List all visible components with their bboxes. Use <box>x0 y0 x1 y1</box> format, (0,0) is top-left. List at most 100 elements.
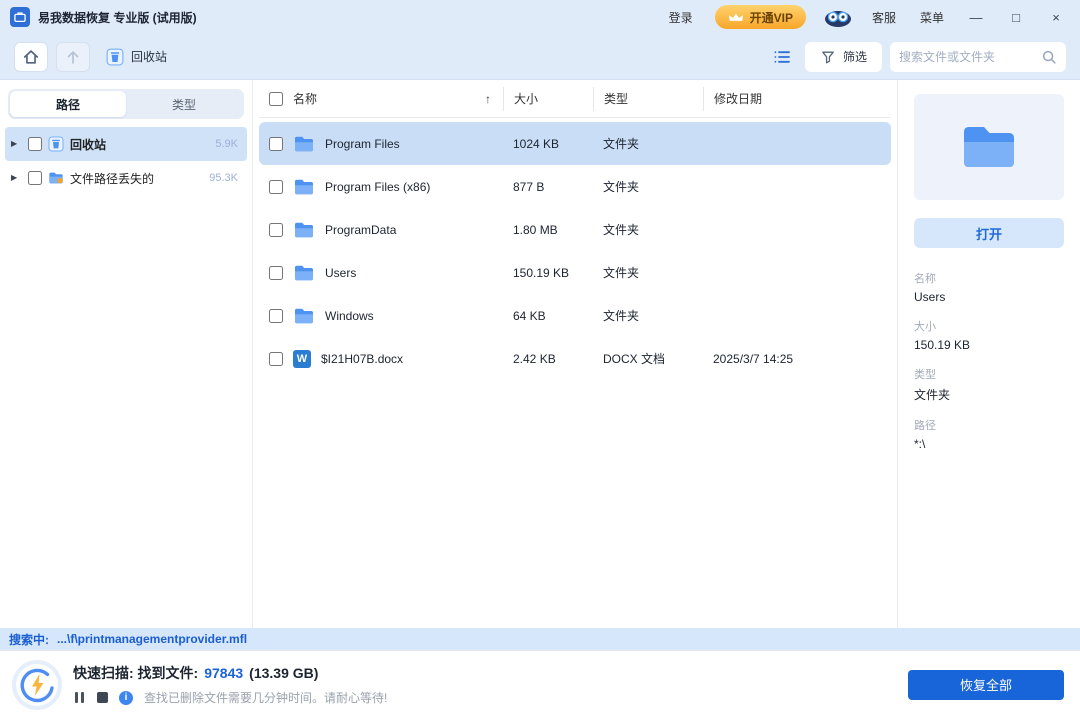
column-header-type[interactable]: 类型 <box>593 86 703 111</box>
name-cell: Users <box>259 264 503 282</box>
file-name: Program Files <box>325 136 400 151</box>
vip-upgrade-button[interactable]: 开通VIP <box>714 5 806 29</box>
found-count: 97843 <box>204 665 244 681</box>
search-status-bar: 搜索中: ...\f\printmanagementprovider.mfl <box>0 628 1080 650</box>
bottom-bar: 快速扫描: 找到文件: 97843 (13.39 GB) i 查找已删除文件需要… <box>0 650 1080 718</box>
sidebar-item-lost-path-files[interactable]: ▶ 文件路径丢失的 95.3K <box>5 161 247 195</box>
lost-path-checkbox[interactable] <box>28 171 42 185</box>
breadcrumb-label: 回收站 <box>131 50 168 64</box>
funnel-icon <box>820 49 836 65</box>
word-document-icon: W <box>293 349 311 368</box>
minimize-button[interactable]: — <box>960 4 992 30</box>
tab-path[interactable]: 路径 <box>10 91 126 117</box>
row-checkbox[interactable] <box>269 351 283 366</box>
size-cell: 2.42 KB <box>513 351 556 366</box>
home-button[interactable] <box>14 41 48 72</box>
detail-label: 名称 <box>914 273 936 285</box>
name-cell: ProgramData <box>259 221 503 239</box>
table-rows: Program Files 1024 KB 文件夹 Program Files … <box>253 118 897 628</box>
scan-info: 快速扫描: 找到文件: 97843 (13.39 GB) i 查找已删除文件需要… <box>73 663 387 706</box>
row-checkbox[interactable] <box>269 308 283 323</box>
table-row[interactable]: ProgramData 1.80 MB 文件夹 <box>259 208 891 251</box>
detail-value: Users <box>914 290 946 304</box>
sidebar-tabs: 路径 类型 <box>8 89 244 119</box>
app-logo-icon <box>10 7 30 27</box>
file-name: Users <box>325 265 357 280</box>
size-cell: 1024 KB <box>513 136 560 151</box>
recover-all-button[interactable]: 恢复全部 <box>908 669 1064 700</box>
filter-label: 筛选 <box>842 50 867 64</box>
size-cell: 150.19 KB <box>513 265 570 280</box>
breadcrumb: 回收站 <box>106 48 167 66</box>
table-row[interactable]: Windows 64 KB 文件夹 <box>259 294 891 337</box>
column-header-date[interactable]: 修改日期 <box>703 86 891 111</box>
recycle-bin-checkbox[interactable] <box>28 137 42 151</box>
row-checkbox[interactable] <box>269 222 283 237</box>
scan-summary: 快速扫描: 找到文件: 97843 (13.39 GB) <box>73 663 387 683</box>
name-cell: Program Files (x86) <box>259 178 503 196</box>
sidebar-item-recycle-bin[interactable]: ▶ 回收站 5.9K <box>5 127 247 161</box>
searching-label: 搜索中: <box>9 632 49 647</box>
detail-field-name: 名称 Users <box>914 270 1064 304</box>
row-checkbox[interactable] <box>269 179 283 194</box>
list-view-toggle-button[interactable] <box>767 42 797 72</box>
vip-mascot-icon[interactable] <box>820 5 856 29</box>
row-checkbox[interactable] <box>269 265 283 280</box>
vip-label: 开通VIP <box>749 10 793 25</box>
support-button[interactable]: 客服 <box>864 9 904 26</box>
sidebar: 路径 类型 ▶ 回收站 5.9K ▶ 文件路径丢失的 95.3K <box>0 80 253 628</box>
searching-path: ...\f\printmanagementprovider.mfl <box>57 632 248 646</box>
detail-label: 大小 <box>914 321 936 333</box>
info-icon: i <box>119 690 133 705</box>
app-title: 易我数据恢复 专业版 (试用版) <box>38 10 197 25</box>
expander-icon[interactable]: ▶ <box>11 140 22 148</box>
row-checkbox[interactable] <box>269 136 283 151</box>
table-header: 名称 ↑ 大小 类型 修改日期 <box>259 80 891 118</box>
detail-value: 150.19 KB <box>914 338 971 352</box>
expander-icon[interactable]: ▶ <box>11 174 22 182</box>
folder-preview-icon <box>964 127 1014 167</box>
sidebar-item-label: 文件路径丢失的 <box>70 171 155 186</box>
table-row[interactable]: Program Files (x86) 877 B 文件夹 <box>259 165 891 208</box>
search-icon <box>1041 49 1057 65</box>
column-header-name[interactable]: 名称 ↑ <box>259 87 503 111</box>
select-all-checkbox[interactable] <box>269 91 283 106</box>
type-cell: 文件夹 <box>603 137 640 151</box>
open-button[interactable]: 打开 <box>914 218 1064 248</box>
folder-icon <box>295 136 313 151</box>
maximize-button[interactable]: □ <box>1000 4 1032 30</box>
size-cell: 64 KB <box>513 308 546 323</box>
size-cell: 877 B <box>513 179 545 194</box>
crown-icon <box>728 12 744 23</box>
tab-type[interactable]: 类型 <box>126 91 242 117</box>
filter-button[interactable]: 筛选 <box>804 41 882 72</box>
file-name: Windows <box>325 308 374 323</box>
recycle-bin-icon <box>48 136 64 152</box>
navigate-up-button[interactable] <box>56 41 90 72</box>
column-header-size[interactable]: 大小 <box>503 86 593 111</box>
found-size: (13.39 GB) <box>249 665 319 681</box>
name-cell: W $I21H07B.docx <box>259 349 503 368</box>
type-cell: 文件夹 <box>603 309 640 323</box>
table-row[interactable]: W $I21H07B.docx 2.42 KB DOCX 文档 2025/3/7… <box>259 337 891 380</box>
search-input[interactable] <box>899 49 1035 64</box>
file-preview <box>914 94 1064 200</box>
close-button[interactable]: × <box>1040 4 1072 30</box>
sort-ascending-icon[interactable]: ↑ <box>485 92 491 106</box>
pause-button[interactable] <box>73 690 86 705</box>
sidebar-item-label: 回收站 <box>70 137 107 152</box>
file-name: Program Files (x86) <box>325 179 431 194</box>
detail-label: 路径 <box>914 420 936 432</box>
table-row[interactable]: Program Files 1024 KB 文件夹 <box>259 122 891 165</box>
column-label-name: 名称 <box>293 92 318 106</box>
menu-button[interactable]: 菜单 <box>912 9 952 26</box>
scan-logo-icon <box>16 663 58 706</box>
toolbar: 回收站 筛选 <box>0 34 1080 80</box>
detail-value: *:\ <box>914 437 926 451</box>
size-cell: 1.80 MB <box>513 222 558 237</box>
table-row[interactable]: Users 150.19 KB 文件夹 <box>259 251 891 294</box>
folder-icon <box>295 308 313 323</box>
lost-path-folder-icon <box>48 171 64 185</box>
login-button[interactable]: 登录 <box>661 9 701 26</box>
stop-button[interactable] <box>97 692 108 703</box>
